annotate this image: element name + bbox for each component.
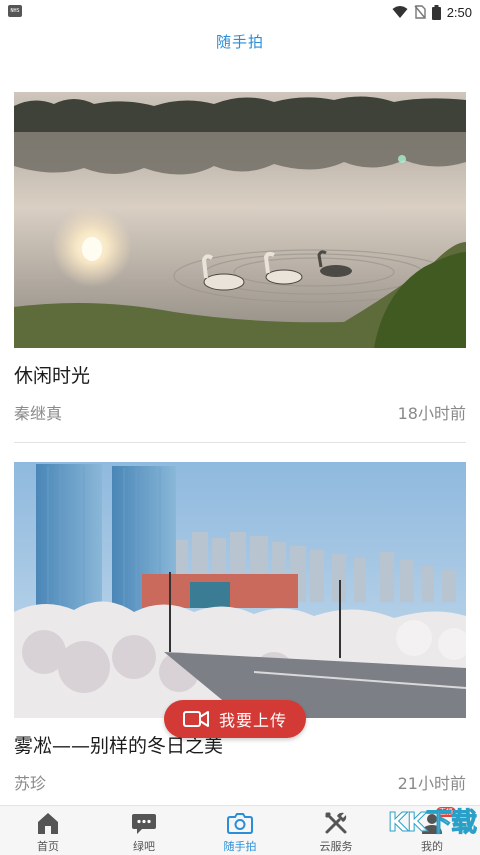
nav-label-cloud-service: 云服务	[319, 840, 353, 853]
post-feed[interactable]: 休闲时光 秦继真 18小时前 雾凇——别样的冬日之美 苏珍 21小时前	[0, 64, 480, 804]
page-header: 随手拍	[0, 24, 480, 64]
notification-app-icon: NHS	[8, 5, 22, 17]
no-sim-icon	[414, 5, 426, 19]
nav-label-home: 首页	[37, 840, 59, 853]
post-photo-lake-geese[interactable]	[14, 92, 466, 348]
wifi-icon	[392, 6, 408, 18]
nav-item-forum[interactable]: 绿吧	[96, 806, 192, 855]
nav-label-profile: 我的	[421, 840, 443, 853]
video-camera-icon	[182, 711, 209, 727]
nav-item-cloud-service[interactable]: 云服务	[288, 806, 384, 855]
divider	[14, 442, 466, 443]
chat-bubble-icon	[132, 814, 156, 834]
post-title[interactable]: 休闲时光	[14, 362, 466, 390]
status-time: 2:50	[446, 4, 472, 20]
nav-item-home[interactable]: 首页	[0, 806, 96, 855]
post-author: 秦继真	[14, 404, 63, 423]
battery-icon	[431, 4, 441, 20]
status-bar: NHS 2:50	[0, 0, 480, 24]
kkx-watermark-logo: KK下载	[387, 808, 477, 839]
page-title: 随手拍	[215, 33, 264, 51]
nav-label-snapshot: 随手拍	[223, 840, 257, 853]
upload-button[interactable]: 我要上传	[164, 700, 306, 738]
post-photo-city-frost[interactable]	[14, 462, 466, 718]
nav-item-snapshot[interactable]: 随手拍	[192, 806, 288, 855]
tools-icon	[325, 812, 347, 834]
post-time: 18小时前	[397, 404, 466, 423]
nav-label-forum: 绿吧	[133, 840, 155, 853]
home-icon	[38, 813, 58, 834]
upload-button-label: 我要上传	[218, 711, 287, 730]
post-card[interactable]: 休闲时光 秦继真 18小时前	[14, 92, 466, 443]
status-icons: 2:50	[392, 3, 472, 21]
post-author: 苏珍	[14, 774, 47, 793]
post-card[interactable]: 雾凇——别样的冬日之美 苏珍 21小时前	[14, 462, 466, 796]
camera-icon	[227, 813, 253, 834]
post-meta: 秦继真 18小时前	[14, 402, 466, 426]
post-time: 21小时前	[397, 774, 466, 793]
post-meta: 苏珍 21小时前	[14, 772, 466, 796]
